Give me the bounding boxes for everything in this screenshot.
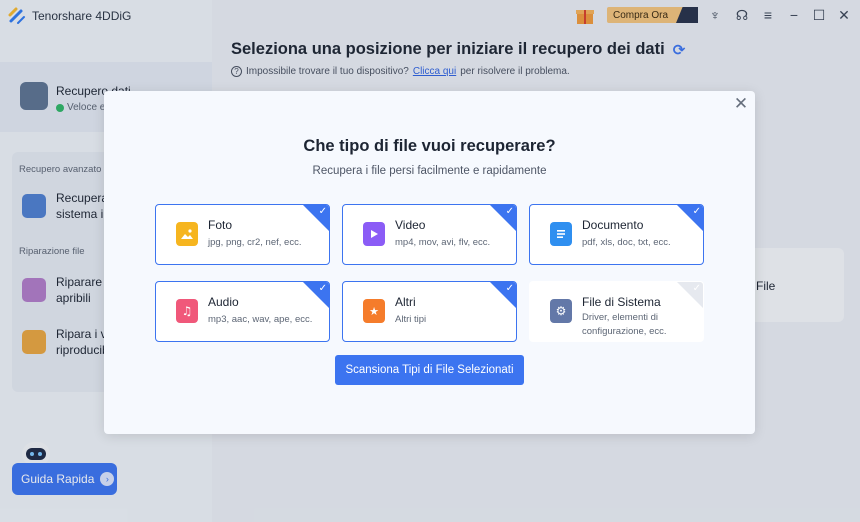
file-type-video[interactable]: ✓ Video mp4, mov, avi, flv, ecc.	[342, 204, 517, 265]
file-type-system[interactable]: ✓ ⚙ File di Sistema Driver, elementi di …	[529, 281, 704, 342]
note-glyph: ♫	[181, 304, 193, 318]
scan-selected-button[interactable]: Scansiona Tipi di File Selezionati	[335, 355, 524, 385]
play-glyph	[371, 230, 378, 238]
file-type-document[interactable]: ✓ Documento pdf, xls, doc, txt, ecc.	[529, 204, 704, 265]
file-type-desc: Driver, elementi di configurazione, ecc.	[582, 312, 667, 337]
check-icon: ✓	[692, 283, 701, 294]
gear-glyph: ⚙	[555, 304, 567, 318]
star-icon: ★	[363, 299, 385, 323]
check-icon: ✓	[318, 283, 327, 294]
file-type-name: Foto	[208, 218, 233, 232]
file-type-other[interactable]: ✓ ★ Altri Altri tipi	[342, 281, 517, 342]
music-icon: ♫	[176, 299, 198, 323]
dialog-title: Che tipo di file vuoi recuperare?	[303, 137, 556, 155]
file-type-name: Documento	[582, 218, 644, 232]
file-type-name: Video	[395, 218, 426, 232]
check-icon: ✓	[318, 206, 327, 217]
close-icon[interactable]: ✕	[732, 95, 750, 113]
check-icon: ✓	[505, 206, 514, 217]
dialog-subtitle: Recupera i file persi facilmente e rapid…	[312, 165, 547, 177]
file-type-desc: mp3, aac, wav, ape, ecc.	[208, 314, 313, 325]
check-icon: ✓	[692, 206, 701, 217]
video-icon	[363, 222, 385, 246]
star-glyph: ★	[369, 304, 379, 318]
file-type-desc: mp4, mov, avi, flv, ecc.	[395, 237, 491, 248]
image-glyph	[181, 229, 193, 239]
file-type-desc: Altri tipi	[395, 314, 427, 325]
gear-icon: ⚙	[550, 299, 572, 323]
file-type-name: File di Sistema	[582, 295, 661, 309]
file-type-photo[interactable]: ✓ Foto jpg, png, cr2, nef, ecc.	[155, 204, 330, 265]
file-type-desc: jpg, png, cr2, nef, ecc.	[208, 237, 302, 248]
file-type-desc: pdf, xls, doc, txt, ecc.	[582, 237, 671, 248]
image-icon	[176, 222, 198, 246]
file-type-audio[interactable]: ✓ ♫ Audio mp3, aac, wav, ape, ecc.	[155, 281, 330, 342]
file-type-name: Altri	[395, 295, 416, 309]
check-icon: ✓	[505, 283, 514, 294]
file-type-dialog: ✕ Che tipo di file vuoi recuperare? Recu…	[104, 91, 755, 434]
file-type-name: Audio	[208, 295, 239, 309]
lines-glyph	[557, 230, 565, 238]
document-icon	[550, 222, 572, 246]
